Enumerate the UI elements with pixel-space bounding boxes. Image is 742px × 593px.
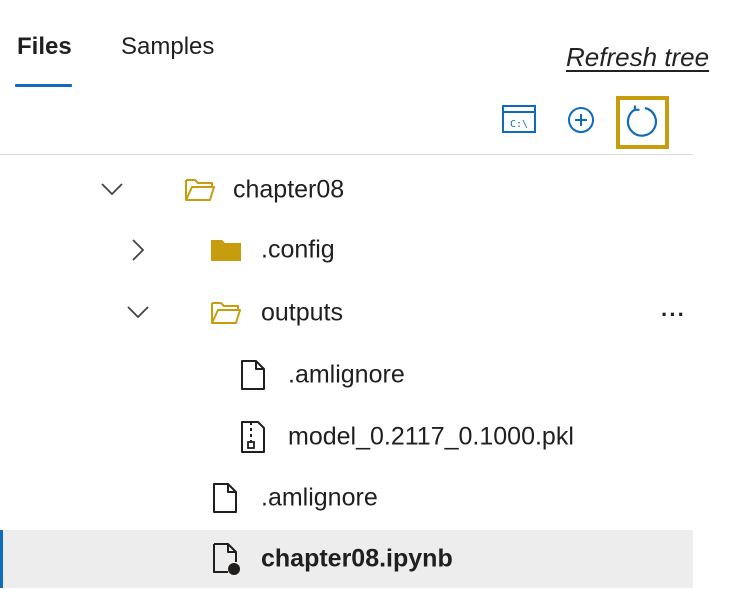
tree-item-label: chapter08.ipynb	[261, 544, 453, 573]
folder-open-icon	[211, 302, 241, 324]
tree-item-label: model_0.2117_0.1000.pkl	[288, 422, 574, 451]
selection-indicator	[0, 530, 3, 588]
tab-files[interactable]: Files	[17, 33, 72, 61]
notebook-file-icon	[213, 543, 240, 575]
file-icon	[213, 483, 237, 513]
refresh-button[interactable]	[625, 104, 659, 138]
svg-text:C:\: C:\	[510, 119, 528, 130]
chevron-down-icon[interactable]	[100, 182, 124, 196]
folder-open-icon	[185, 179, 215, 201]
folder-icon	[211, 240, 241, 261]
refresh-tree-annotation: Refresh tree	[566, 42, 710, 72]
tree-item-label: outputs	[261, 298, 344, 327]
tab-samples[interactable]: Samples	[121, 33, 214, 61]
toolbar-divider	[0, 154, 693, 155]
add-icon	[568, 107, 594, 133]
tree-item-label: chapter08	[233, 175, 345, 204]
tree-item-notebook[interactable]: chapter08.ipynb	[0, 530, 693, 588]
terminal-icon: C:\	[502, 105, 536, 133]
tree-item-chapter08[interactable]: chapter08	[0, 161, 693, 219]
more-options-button[interactable]: ···	[661, 302, 686, 328]
tree-item-config[interactable]: .config	[0, 221, 693, 279]
zip-file-icon	[241, 421, 265, 453]
tree-item-label: .amlignore	[261, 483, 378, 512]
active-tab-indicator	[15, 84, 72, 87]
add-file-button[interactable]	[567, 106, 595, 134]
tree-item-outputs-amlignore[interactable]: .amlignore	[0, 346, 693, 404]
tree-item-label: .config	[261, 235, 335, 264]
file-icon	[241, 360, 265, 390]
tree-item-amlignore[interactable]: .amlignore	[0, 469, 693, 527]
chevron-down-icon[interactable]	[126, 305, 150, 319]
refresh-icon	[626, 105, 658, 137]
tree-item-label: .amlignore	[288, 360, 405, 389]
tree-item-outputs[interactable]: outputs	[0, 284, 693, 342]
open-terminal-button[interactable]: C:\	[502, 105, 536, 133]
chevron-right-icon[interactable]	[131, 238, 145, 262]
tree-item-model-pkl[interactable]: model_0.2117_0.1000.pkl	[0, 408, 693, 466]
